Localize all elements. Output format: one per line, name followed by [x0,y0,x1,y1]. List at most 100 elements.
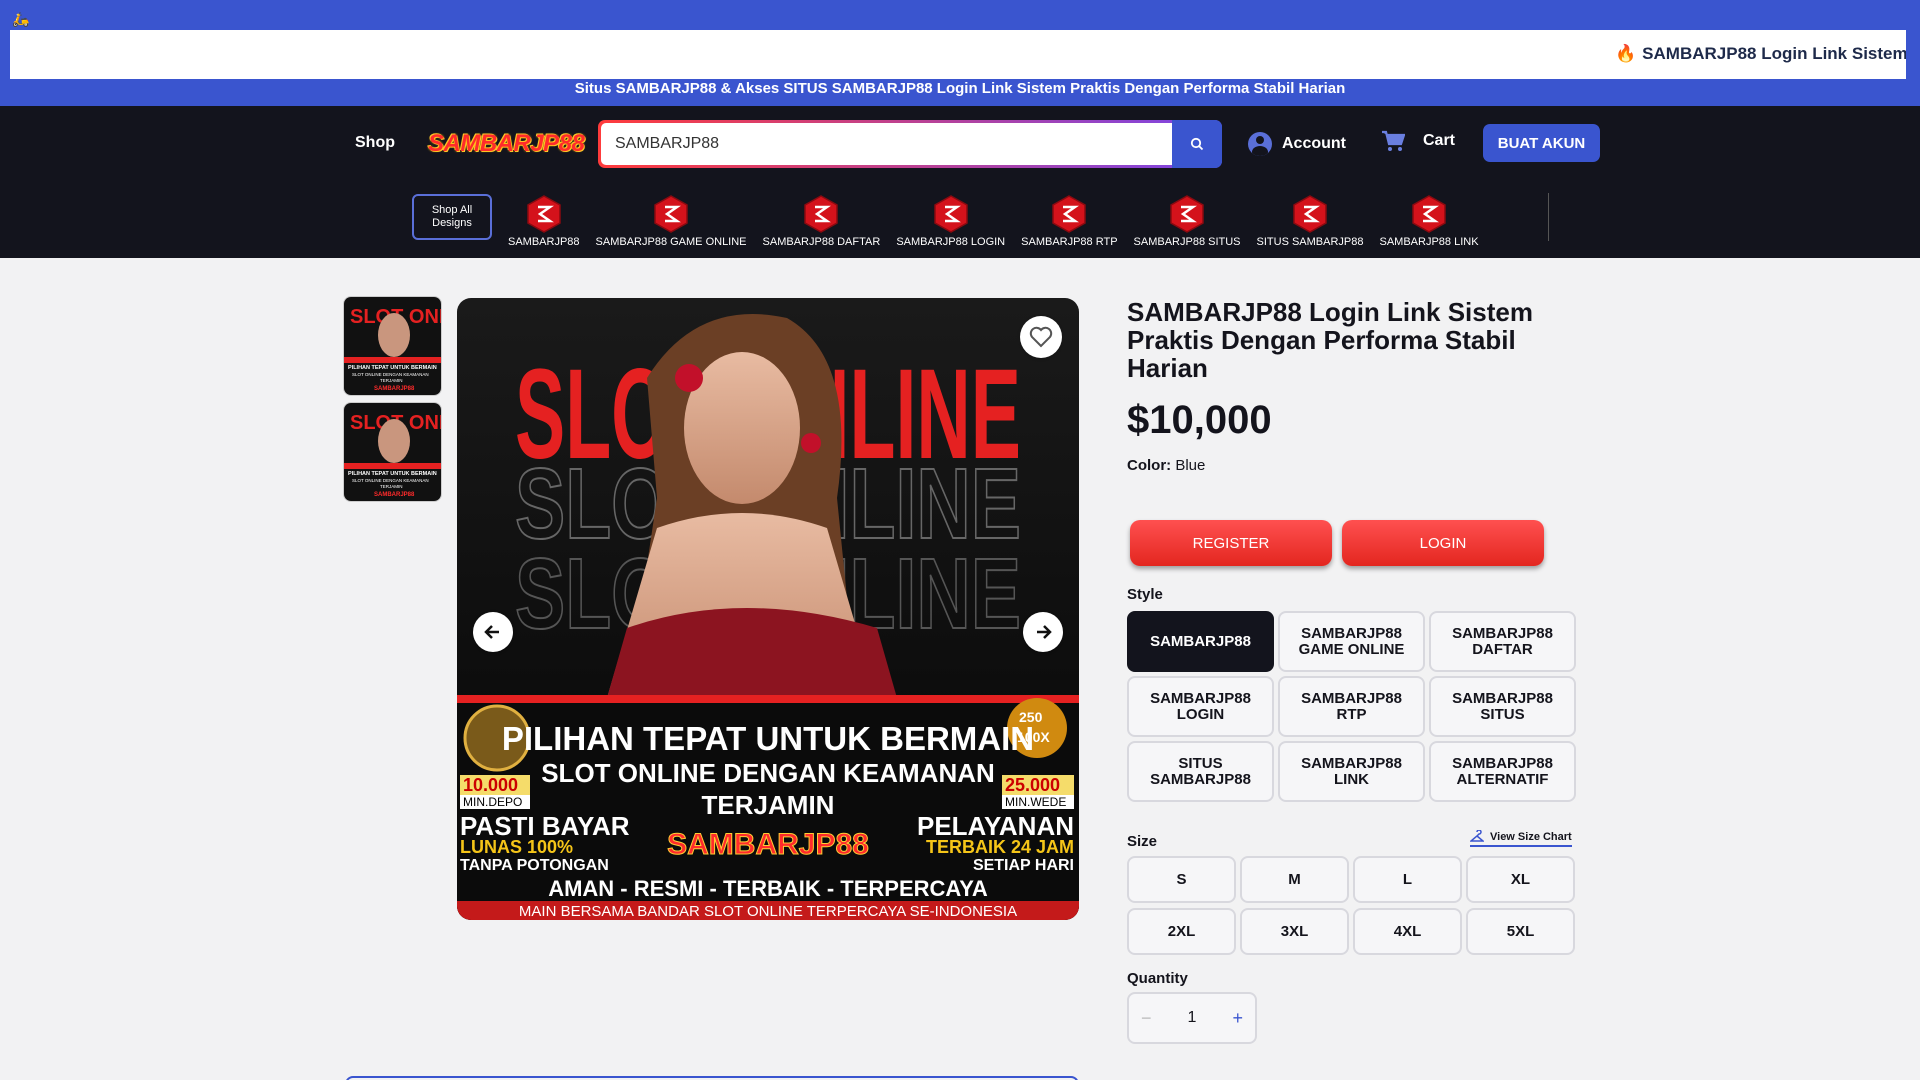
category-item[interactable]: SAMBARJP88 LINK [1380,194,1479,248]
thumbnail-1[interactable]: SLOT ONLINE PILIHAN TEPAT UNTUK BERMAIN … [343,296,442,396]
size-option[interactable]: XL [1466,856,1575,903]
signup-button[interactable]: BUAT AKUN [1483,124,1600,162]
quantity-value[interactable]: 1 [1188,1009,1197,1027]
category-item[interactable]: SAMBARJP88 DAFTAR [762,194,881,248]
thumbnail-2[interactable]: SLOT ONLINE PILIHAN TEPAT UNTUK BERMAIN … [343,402,442,502]
cart-link[interactable]: Cart [1381,130,1455,152]
style-option[interactable]: SAMBARJP88 RTP [1278,676,1425,737]
terbaik: TERBAIK 24 JAM [926,837,1074,857]
category-logo-icon [654,195,688,233]
quantity-stepper: − 1 + [1127,992,1257,1044]
category-label: SAMBARJP88 [508,236,580,248]
category-label: SAMBARJP88 GAME ONLINE [595,236,747,248]
hanger-icon [1470,830,1484,842]
category-logo-icon [1293,195,1327,233]
category-item[interactable]: SAMBARJP88 GAME ONLINE [596,194,747,248]
fire-icon: 🔥 [1615,44,1637,63]
login-button[interactable]: LOGIN [1342,520,1544,566]
banner-slogan: AMAN - RESMI - TERBAIK - TERPERCAYA [548,876,988,901]
size-option[interactable]: L [1353,856,1462,903]
style-option[interactable]: SAMBARJP88 GAME ONLINE [1278,611,1425,672]
banner-headline-3: SLOT ONLINE DENGAN KEAMANAN [541,758,995,788]
thumb-line-2: SLOT ONLINE DENGAN KEAMANAN [352,372,429,377]
thumb-line-1: PILIHAN TEPAT UNTUK BERMAIN [348,471,437,477]
min-wd-label: MIN.WEDE [1005,795,1066,809]
style-option[interactable]: SAMBARJP88 DAFTAR [1429,611,1576,672]
top-banner: 🛵 🔥 SAMBARJP88 Login Link Sistem P Situs … [0,0,1920,106]
style-option[interactable]: SAMBARJP88 LOGIN [1127,676,1274,737]
arrow-left-icon [484,625,499,639]
category-item[interactable]: SAMBARJP88 RTP [1021,194,1118,248]
category-logo-icon [1052,195,1087,233]
shop-all-button[interactable]: Shop All Designs [412,194,492,240]
min-wd-amount: 25.000 [1005,775,1060,795]
arrow-right-icon [1037,625,1052,639]
category-label: SAMBARJP88 LOGIN [896,236,1006,248]
color-label: Color: [1127,457,1172,474]
banner-headline-2: PILIHAN TEPAT UNTUK BERMAIN [502,720,1034,757]
size-chart-label: View Size Chart [1490,831,1572,843]
category-label: SAMBARJP88 DAFTAR [762,236,881,248]
product-title: SAMBARJP88 Login Link Sistem Praktis Den… [1127,297,1533,383]
product-price: $10,000 [1127,398,1272,442]
wishlist-button[interactable] [1020,316,1062,358]
banner-footer: MAIN BERSAMA BANDAR SLOT ONLINE TERPERCA… [519,903,1017,920]
delivery-icon: 🛵 [12,11,30,27]
heart-icon [1029,326,1053,348]
min-depo-amount: 10.000 [463,775,518,795]
color-value: Blue [1175,457,1206,474]
next-image-button[interactable] [1023,612,1063,652]
size-option[interactable]: S [1127,856,1236,903]
banner-headline-4: TERJAMIN [702,790,835,820]
size-option[interactable]: 4XL [1353,908,1462,955]
category-label: SAMBARJP88 SITUS [1133,236,1241,248]
quantity-label: Quantity [1127,970,1188,987]
style-option[interactable]: SAMBARJP88 ALTERNATIF [1429,741,1576,802]
thumbnail-image: SLOT ONLINE PILIHAN TEPAT UNTUK BERMAIN … [344,297,441,395]
account-link[interactable]: Account [1248,132,1346,156]
style-option[interactable]: SAMBARJP88 LINK [1278,741,1425,802]
color-line: Color: Blue [1127,457,1577,474]
style-label: Style [1127,586,1163,603]
style-option[interactable]: SITUS SAMBARJP88 [1127,741,1274,802]
product-image[interactable]: SLOT ONLINE SLOT ONLINE SLOT ONLINE 250 … [457,298,1079,920]
style-option[interactable]: SAMBARJP88 SITUS [1429,676,1576,737]
category-logo-icon [933,195,968,233]
size-option[interactable]: 2XL [1127,908,1236,955]
category-label: SITUS SAMBARJP88 [1256,236,1364,248]
size-options: S M L XL 2XL 3XL 4XL 5XL [1127,856,1575,955]
search-button[interactable] [1172,120,1222,168]
size-option[interactable]: 5XL [1466,908,1575,955]
category-item[interactable]: SAMBARJP88 [508,194,580,248]
cart-icon [1382,130,1405,151]
site-logo[interactable]: SAMBARJP88 [428,130,585,158]
quantity-increase-button[interactable]: + [1232,1008,1243,1029]
search-input[interactable] [601,123,1172,165]
banner-brand: SAMBARJP88 [667,828,869,861]
thumbnail-list: SLOT ONLINE PILIHAN TEPAT UNTUK BERMAIN … [343,296,443,508]
shop-link[interactable]: Shop [355,134,395,152]
thumb-line-1: PILIHAN TEPAT UNTUK BERMAIN [348,365,437,371]
tagline: Situs SAMBARJP88 & Akses SITUS SAMBARJP8… [574,80,1346,97]
action-buttons: REGISTER LOGIN [1130,520,1544,566]
size-option[interactable]: 3XL [1240,908,1349,955]
category-item[interactable]: SAMBARJP88 LOGIN [896,194,1005,248]
thumbnail-image: SLOT ONLINE PILIHAN TEPAT UNTUK BERMAIN … [344,403,441,501]
category-label: SAMBARJP88 LINK [1379,236,1479,248]
size-option[interactable]: M [1240,856,1349,903]
thumb-line-3: TERJAMIN [380,484,403,489]
style-option[interactable]: SAMBARJP88 [1127,611,1274,672]
category-item[interactable]: SITUS SAMBARJP88 [1257,194,1364,248]
category-logo-icon [1170,195,1204,233]
cart-label: Cart [1423,132,1456,149]
quantity-decrease-button[interactable]: − [1141,1008,1152,1029]
account-label: Account [1282,135,1346,152]
prev-image-button[interactable] [473,612,513,652]
size-chart-link[interactable]: View Size Chart [1470,830,1572,847]
category-nav: Shop All Designs SAMBARJP88 SAMBARJP88 GA… [412,194,1495,248]
category-label: SAMBARJP88 RTP [1021,236,1118,248]
search-bar [598,120,1222,168]
thumb-line-2: SLOT ONLINE DENGAN KEAMANAN [352,478,429,483]
category-item[interactable]: SAMBARJP88 SITUS [1134,194,1241,248]
register-button[interactable]: REGISTER [1130,520,1332,566]
